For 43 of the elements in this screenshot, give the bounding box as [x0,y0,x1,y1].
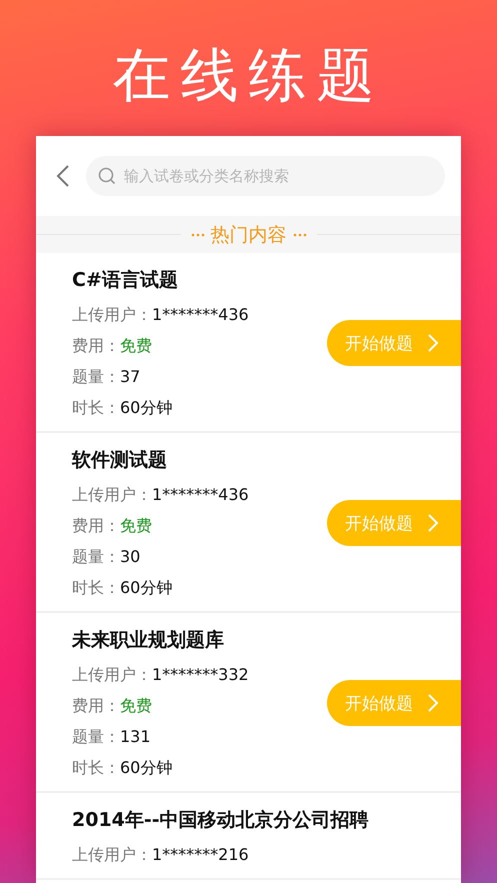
start-button[interactable]: 开始做题 [327,680,461,726]
field-label: 题量： [72,367,120,388]
field-label: 题量： [72,547,120,568]
field-label: 上传用户： [72,845,152,866]
field-value: 免费 [120,336,152,357]
field-value: 免费 [120,516,152,537]
start-button[interactable]: 开始做题 [327,500,461,546]
field-label: 时长： [72,758,120,779]
paper-title: 2014年--中国移动北京分公司招聘 [72,808,370,833]
field-label: 费用： [72,336,120,357]
paper-title: 未来职业规划题库 [72,628,225,653]
paper-title: C#语言试题 [72,268,179,293]
field-value: 1*******332 [152,665,249,686]
search-icon [98,167,116,185]
field-value: 30 [120,547,140,568]
field-value: 1*******216 [152,845,249,866]
field-value: 60分钟 [120,578,172,599]
field-value: 免费 [120,696,152,717]
chevron-icon [427,693,439,713]
dots-icon [190,232,204,236]
field-label: 费用： [72,696,120,717]
field-value: 37 [120,367,140,388]
field-value: 60分钟 [120,758,172,779]
field-value: 131 [120,727,151,748]
chevron-icon [427,513,439,533]
chevron-icon [427,333,439,353]
field-value: 1*******436 [152,485,249,506]
paper-title: 软件测试题 [72,448,168,473]
dots-icon [292,232,306,236]
back-icon[interactable] [56,164,70,188]
headline: 在线练题 [112,40,384,110]
field-label: 上传用户： [72,485,152,506]
field-label: 上传用户： [72,665,152,686]
field-value: 1*******436 [152,305,249,326]
field-value: 60分钟 [120,398,172,419]
section-title: 热门内容 [210,222,286,248]
field-label: 上传用户： [72,305,152,326]
start-button[interactable]: 开始做题 [327,320,461,366]
field-label: 时长： [72,578,120,599]
field-label: 题量： [72,727,120,748]
search-field[interactable]: 输入试卷或分类名称搜索 [86,156,445,196]
field-label: 时长： [72,398,120,419]
field-label: 费用： [72,516,120,537]
